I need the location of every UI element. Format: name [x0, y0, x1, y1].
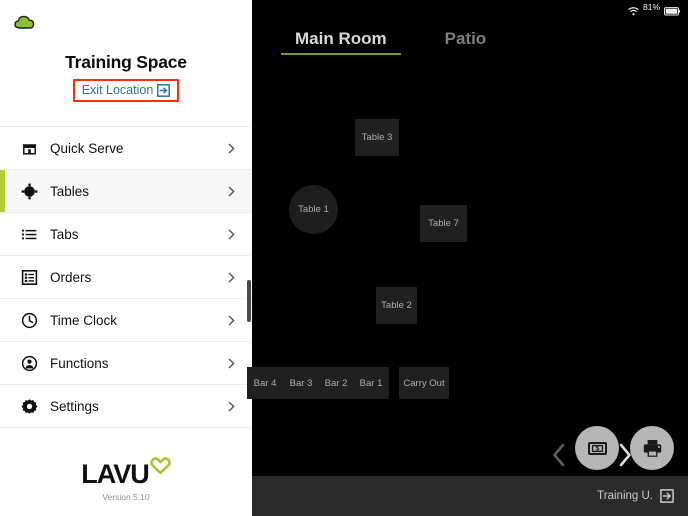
gear-icon [21, 398, 38, 415]
user-circle-icon [21, 355, 38, 372]
printer-icon [642, 438, 663, 459]
lavu-wordmark: LAVU [81, 459, 149, 489]
battery-percent-label: 81% [642, 2, 660, 12]
cloud-icon [13, 13, 39, 31]
chevron-right-icon [227, 271, 236, 284]
chevron-right-icon [227, 314, 236, 327]
lavu-logo: LAVU [81, 457, 171, 489]
sidebar-item-tables[interactable]: Tables [0, 170, 252, 213]
exit-location-highlight: Exit Location [0, 79, 252, 102]
sidebar: Training Space Exit Location Quick Serve… [0, 0, 252, 516]
battery-icon [664, 3, 681, 16]
pos-app-window: Training Space Exit Location Quick Serve… [0, 0, 688, 516]
exit-arrow-icon [157, 83, 171, 97]
sidebar-item-tabs[interactable]: Tabs [0, 213, 252, 256]
floor-plan: Table 3 Table 1 Table 7 Table 2 Bar 4 Ba… [247, 64, 688, 476]
table-row[interactable]: Carry Out [399, 367, 449, 399]
table-row[interactable]: Table 2 [376, 287, 417, 324]
svg-text:$: $ [595, 445, 599, 452]
current-user-label: Training U. [597, 490, 653, 502]
sidebar-item-label: Functions [50, 355, 109, 371]
storefront-icon [21, 140, 38, 157]
cash-drawer-icon: $ [587, 438, 608, 459]
chevron-right-icon [227, 142, 236, 155]
table-row[interactable]: Bar 2 [318, 367, 354, 399]
table-row[interactable]: Table 7 [420, 205, 467, 242]
sidebar-item-time-clock[interactable]: Time Clock [0, 299, 252, 342]
sidebar-item-orders[interactable]: Orders [0, 256, 252, 299]
logout-icon[interactable] [660, 489, 674, 503]
sidebar-item-label: Tables [50, 183, 90, 199]
print-button[interactable] [630, 426, 674, 470]
sidebar-item-label: Time Clock [50, 312, 118, 328]
exit-location-label: Exit Location [81, 83, 154, 97]
chevron-left-icon[interactable] [550, 442, 568, 468]
status-bar: 81% [252, 0, 688, 16]
table-round-icon [21, 183, 38, 200]
tab-main-room[interactable]: Main Room [281, 14, 401, 64]
brand-footer: LAVU Version 5.10 [0, 457, 252, 516]
sidebar-item-label: Orders [50, 269, 92, 285]
sidebar-scrollbar[interactable] [247, 280, 251, 322]
table-row[interactable]: Bar 1 [353, 367, 389, 399]
wifi-icon [628, 3, 639, 15]
cash-drawer-button[interactable]: $ [575, 426, 619, 470]
main-panel: 81% Main Room Patio Table 3 Table 1 Tabl… [247, 0, 688, 516]
chevron-right-icon [227, 400, 236, 413]
sidebar-item-functions[interactable]: Functions [0, 342, 252, 385]
page-title: Training Space [65, 52, 187, 72]
action-buttons: $ [575, 426, 674, 470]
exit-location-button[interactable]: Exit Location [72, 79, 180, 102]
list-icon [21, 226, 38, 243]
sidebar-item-quick-serve[interactable]: Quick Serve [0, 127, 252, 170]
bottom-bar: Training U. [252, 476, 688, 516]
clipboard-list-icon [21, 269, 38, 286]
table-row[interactable]: Bar 4 [247, 367, 283, 399]
sidebar-item-settings[interactable]: Settings [0, 385, 252, 428]
tab-label: Main Room [295, 29, 387, 48]
clock-icon [21, 312, 38, 329]
table-row[interactable]: Bar 3 [283, 367, 319, 399]
tab-label: Patio [444, 29, 487, 48]
chevron-right-icon [227, 357, 236, 370]
sidebar-menu: Quick Serve Tables Tabs Orders Time Cloc… [0, 126, 252, 428]
tab-patio[interactable]: Patio [431, 14, 501, 64]
heart-icon [149, 456, 171, 475]
version-label: Version 5.10 [102, 492, 150, 502]
chevron-right-icon [227, 228, 236, 241]
table-row[interactable]: Table 3 [355, 119, 399, 156]
room-tabs: Main Room Patio [252, 14, 688, 64]
table-row[interactable]: Table 1 [289, 185, 338, 234]
sidebar-item-label: Tabs [50, 226, 79, 242]
sidebar-item-label: Settings [50, 398, 99, 414]
chevron-right-icon [227, 185, 236, 198]
sidebar-item-label: Quick Serve [50, 140, 124, 156]
